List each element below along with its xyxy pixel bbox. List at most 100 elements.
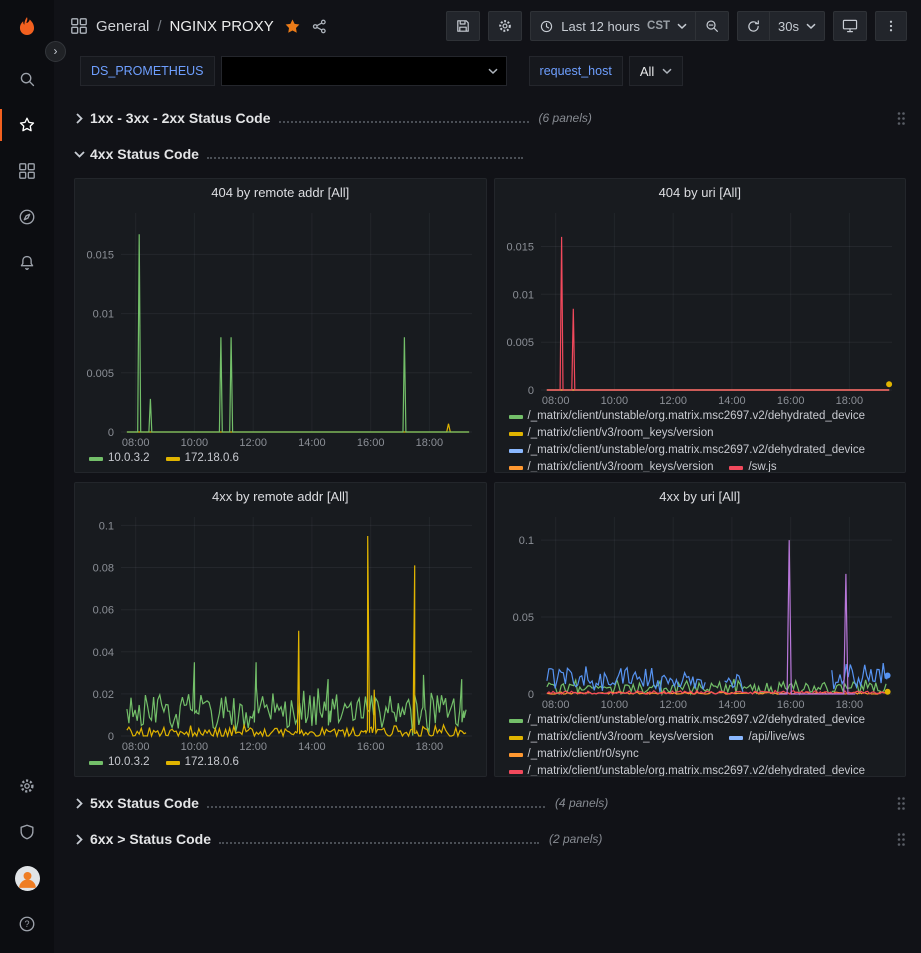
- sidebar-item-help[interactable]: ?: [0, 901, 54, 947]
- sidebar-item-search[interactable]: [0, 56, 54, 102]
- sidebar-item-configuration[interactable]: [0, 763, 54, 809]
- chevron-down-icon: [74, 149, 90, 160]
- sidebar-item-profile[interactable]: [0, 855, 54, 901]
- legend-item[interactable]: /_matrix/client/unstable/org.matrix.msc2…: [509, 408, 866, 425]
- legend-404-by-remote-addr: 10.0.3.2 172.18.0.6: [75, 450, 486, 472]
- legend-item[interactable]: /_matrix/client/unstable/org.matrix.msc2…: [509, 442, 866, 459]
- legend-swatch: [509, 415, 523, 419]
- legend-item[interactable]: 172.18.0.6: [166, 450, 239, 467]
- share-icon[interactable]: [311, 18, 328, 35]
- main-area: General / NGINX PROXY: [54, 0, 921, 953]
- sidebar-item-alerting[interactable]: [0, 240, 54, 286]
- panel-title-4xx-by-uri[interactable]: 4xx by uri [All]: [495, 483, 906, 509]
- legend-item[interactable]: 10.0.3.2: [89, 754, 150, 771]
- row-drag-handle[interactable]: [896, 796, 906, 811]
- panel-title-404-by-uri[interactable]: 404 by uri [All]: [495, 179, 906, 205]
- time-range-label: Last 12 hours: [561, 19, 640, 34]
- legend-label: /_matrix/client/v3/room_keys/version: [528, 729, 714, 746]
- row-drag-handle[interactable]: [896, 111, 906, 126]
- grafana-flame-icon: [14, 15, 40, 41]
- legend-item[interactable]: 10.0.3.2: [89, 450, 150, 467]
- variable-value-ds-prometheus[interactable]: [221, 56, 507, 86]
- sidebar-item-starred[interactable]: [0, 102, 54, 148]
- sidebar-toggle-button[interactable]: ›: [45, 41, 66, 62]
- row-header-5xx[interactable]: 5xx Status Code (4 panels): [74, 789, 906, 817]
- svg-text:12:00: 12:00: [239, 741, 267, 753]
- refresh-interval-dropdown[interactable]: 30s: [769, 11, 825, 41]
- legend-item[interactable]: /sw.js: [729, 459, 776, 472]
- row-header-4xx[interactable]: 4xx Status Code: [74, 140, 906, 168]
- panel-title-text: 4xx by uri [All]: [659, 489, 740, 504]
- panel-title-text: 404 by uri [All]: [659, 185, 741, 200]
- svg-text:0.02: 0.02: [93, 689, 114, 701]
- panel-404-by-uri: 404 by uri [All] 08:0010:0012:0014:0016:…: [494, 178, 907, 473]
- zoom-out-button[interactable]: [695, 11, 729, 41]
- row-drag-handle[interactable]: [896, 832, 906, 847]
- panel-4xx-by-uri: 4xx by uri [All] 08:0010:0012:0014:0016:…: [494, 482, 907, 777]
- svg-text:14:00: 14:00: [298, 741, 326, 753]
- legend-item[interactable]: /api/live/ws: [729, 729, 804, 746]
- more-options-button[interactable]: [875, 11, 907, 41]
- sidebar-item-dashboards[interactable]: [0, 148, 54, 194]
- legend-item[interactable]: /_matrix/client/v3/room_keys/version: [509, 459, 714, 472]
- row-panel-count: (4 panels): [555, 796, 608, 810]
- monitor-icon: [842, 18, 858, 34]
- sidebar-item-server-admin[interactable]: [0, 809, 54, 855]
- legend-row: /_matrix/client/unstable/org.matrix.msc2…: [509, 408, 898, 425]
- legend-label: /_matrix/client/r0/sync: [528, 746, 639, 763]
- legend-swatch: [509, 466, 523, 470]
- legend-item[interactable]: /_matrix/client/v3/room_keys/version: [509, 425, 714, 442]
- panel-4xx-by-remote-addr: 4xx by remote addr [All] 08:0010:0012:00…: [74, 482, 487, 777]
- svg-text:18:00: 18:00: [835, 395, 863, 407]
- dashboard-apps-icon: [70, 17, 88, 35]
- variable-value-request-host[interactable]: All: [629, 56, 683, 86]
- legend-label: /_matrix/client/unstable/org.matrix.msc2…: [528, 442, 866, 459]
- svg-text:16:00: 16:00: [776, 699, 804, 711]
- dashboard-settings-button[interactable]: [488, 11, 522, 41]
- breadcrumb-separator: /: [157, 18, 161, 35]
- panel-title-404-by-remote-addr[interactable]: 404 by remote addr [All]: [75, 179, 486, 205]
- legend-swatch: [509, 719, 523, 723]
- svg-text:10:00: 10:00: [181, 741, 209, 753]
- svg-text:16:00: 16:00: [776, 395, 804, 407]
- variable-label-ds-prometheus: DS_PROMETHEUS: [80, 56, 215, 86]
- svg-text:08:00: 08:00: [541, 699, 569, 711]
- chart-404-by-remote-addr[interactable]: 08:0010:0012:0014:0016:0018:0000.0050.01…: [75, 205, 486, 450]
- legend-row: /_matrix/client/unstable/org.matrix.msc2…: [509, 763, 898, 776]
- panel-title-4xx-by-remote-addr[interactable]: 4xx by remote addr [All]: [75, 483, 486, 509]
- cycle-view-mode-button[interactable]: [833, 11, 867, 41]
- breadcrumb-folder[interactable]: General: [96, 18, 149, 35]
- legend-item[interactable]: 172.18.0.6: [166, 754, 239, 771]
- refresh-button[interactable]: [737, 11, 769, 41]
- chevron-down-icon: [677, 23, 687, 30]
- svg-text:?: ?: [24, 919, 29, 929]
- topbar-actions: Last 12 hours CST 30s: [446, 11, 907, 41]
- svg-text:08:00: 08:00: [541, 395, 569, 407]
- dashboards-grid-icon: [18, 162, 36, 180]
- legend-item[interactable]: /_matrix/client/v3/room_keys/version: [509, 729, 714, 746]
- legend-item[interactable]: /_matrix/client/unstable/org.matrix.msc2…: [509, 712, 866, 729]
- sidebar-item-explore[interactable]: [0, 194, 54, 240]
- chart-4xx-by-uri[interactable]: 08:0010:0012:0014:0016:0018:0000.050.1: [495, 509, 906, 712]
- svg-text:0.015: 0.015: [506, 242, 534, 254]
- row-header-6xx[interactable]: 6xx > Status Code (2 panels): [74, 825, 906, 853]
- save-dashboard-button[interactable]: [446, 11, 480, 41]
- legend-swatch: [509, 449, 523, 453]
- refresh-icon: [746, 19, 761, 34]
- chart-404-by-uri[interactable]: 08:0010:0012:0014:0016:0018:0000.0050.01…: [495, 205, 906, 408]
- row-title: 1xx - 3xx - 2xx Status Code: [90, 110, 271, 126]
- legend-item[interactable]: /_matrix/client/r0/sync: [509, 746, 639, 763]
- search-icon: [18, 70, 36, 88]
- dashboard-scroll-area: 1xx - 3xx - 2xx Status Code (6 panels) 4…: [54, 96, 921, 953]
- svg-text:18:00: 18:00: [835, 699, 863, 711]
- svg-text:0.01: 0.01: [93, 309, 114, 321]
- chart-4xx-by-remote-addr[interactable]: 08:0010:0012:0014:0016:0018:0000.020.040…: [75, 509, 486, 754]
- legend-label: 172.18.0.6: [185, 754, 239, 771]
- favorite-star-icon[interactable]: [284, 18, 301, 35]
- row-panel-count: (6 panels): [539, 111, 592, 125]
- time-picker-button[interactable]: Last 12 hours CST: [530, 11, 695, 41]
- legend-swatch: [509, 770, 523, 774]
- row-header-1xx-3xx-2xx[interactable]: 1xx - 3xx - 2xx Status Code (6 panels): [74, 104, 906, 132]
- legend-item[interactable]: /_matrix/client/unstable/org.matrix.msc2…: [509, 763, 866, 776]
- svg-text:0.1: 0.1: [99, 520, 114, 532]
